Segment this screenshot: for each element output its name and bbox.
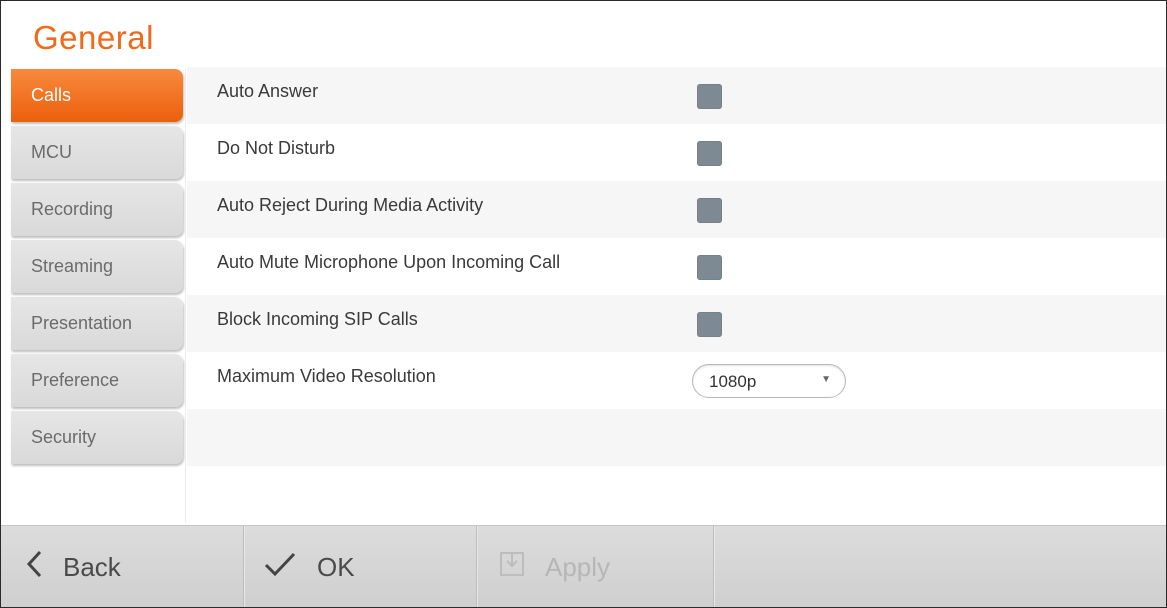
sidebar-item-label: Presentation xyxy=(31,313,133,333)
auto-reject-checkbox[interactable] xyxy=(697,198,722,223)
settings-window: General Calls MCU Recording Streaming Pr… xyxy=(0,0,1167,608)
empty-row xyxy=(187,409,1166,466)
page-title: General xyxy=(33,19,154,56)
block-sip-label: Block Incoming SIP Calls xyxy=(217,309,418,329)
back-button[interactable]: Back xyxy=(25,526,235,607)
sidebar-item-label: Streaming xyxy=(31,256,114,276)
max-video-resolution-select[interactable]: 1080p ▼ xyxy=(692,364,846,398)
sidebar-item-label: Preference xyxy=(31,370,120,390)
auto-reject-label: Auto Reject During Media Activity xyxy=(217,195,484,215)
chevron-down-icon: ▼ xyxy=(821,374,831,385)
ok-button[interactable]: OK xyxy=(263,526,463,607)
settings-panel: Auto Answer Do Not Disturb Auto Reject D… xyxy=(187,67,1166,466)
select-value: 1080p xyxy=(709,372,757,391)
sidebar-item-label: Security xyxy=(31,427,97,447)
sidebar-item-mcu[interactable]: MCU xyxy=(11,126,183,179)
auto-answer-label: Auto Answer xyxy=(217,81,319,101)
apply-label: Apply xyxy=(545,551,611,582)
sidebar-item-label: MCU xyxy=(31,142,72,162)
sidebar-divider xyxy=(185,69,186,523)
setting-row-auto-mute: Auto Mute Microphone Upon Incoming Call xyxy=(187,238,1166,295)
setting-row-max-video-resolution: Maximum Video Resolution xyxy=(187,352,1166,409)
do-not-disturb-checkbox[interactable] xyxy=(697,141,722,166)
sidebar-item-label: Recording xyxy=(31,199,114,219)
toolbar-divider xyxy=(713,526,714,607)
chevron-left-icon xyxy=(25,549,43,586)
setting-row-do-not-disturb: Do Not Disturb xyxy=(187,124,1166,181)
sidebar-item-label: Calls xyxy=(31,85,72,105)
auto-mute-checkbox[interactable] xyxy=(697,255,722,280)
bottom-toolbar: Back OK Apply xyxy=(1,525,1166,607)
sidebar-item-streaming[interactable]: Streaming xyxy=(11,240,183,293)
apply-button[interactable]: Apply xyxy=(499,526,699,607)
setting-row-block-sip: Block Incoming SIP Calls xyxy=(187,295,1166,352)
toolbar-divider xyxy=(476,526,477,607)
back-label: Back xyxy=(63,551,121,582)
sidebar-item-presentation[interactable]: Presentation xyxy=(11,297,183,350)
sidebar-item-calls[interactable]: Calls xyxy=(11,69,183,122)
apply-icon xyxy=(499,551,525,584)
ok-label: OK xyxy=(317,551,355,582)
block-sip-checkbox[interactable] xyxy=(697,312,722,337)
do-not-disturb-label: Do Not Disturb xyxy=(217,138,336,158)
checkmark-icon xyxy=(263,551,297,584)
setting-row-auto-reject: Auto Reject During Media Activity xyxy=(187,181,1166,238)
max-video-resolution-label: Maximum Video Resolution xyxy=(217,366,436,386)
sidebar-item-security[interactable]: Security xyxy=(11,411,183,464)
sidebar-item-recording[interactable]: Recording xyxy=(11,183,183,236)
setting-row-auto-answer: Auto Answer xyxy=(187,67,1166,124)
sidebar: Calls MCU Recording Streaming Presentati… xyxy=(11,69,183,468)
toolbar-divider xyxy=(243,526,244,607)
auto-mute-label: Auto Mute Microphone Upon Incoming Call xyxy=(217,252,561,272)
sidebar-item-preference[interactable]: Preference xyxy=(11,354,183,407)
auto-answer-checkbox[interactable] xyxy=(697,84,722,109)
